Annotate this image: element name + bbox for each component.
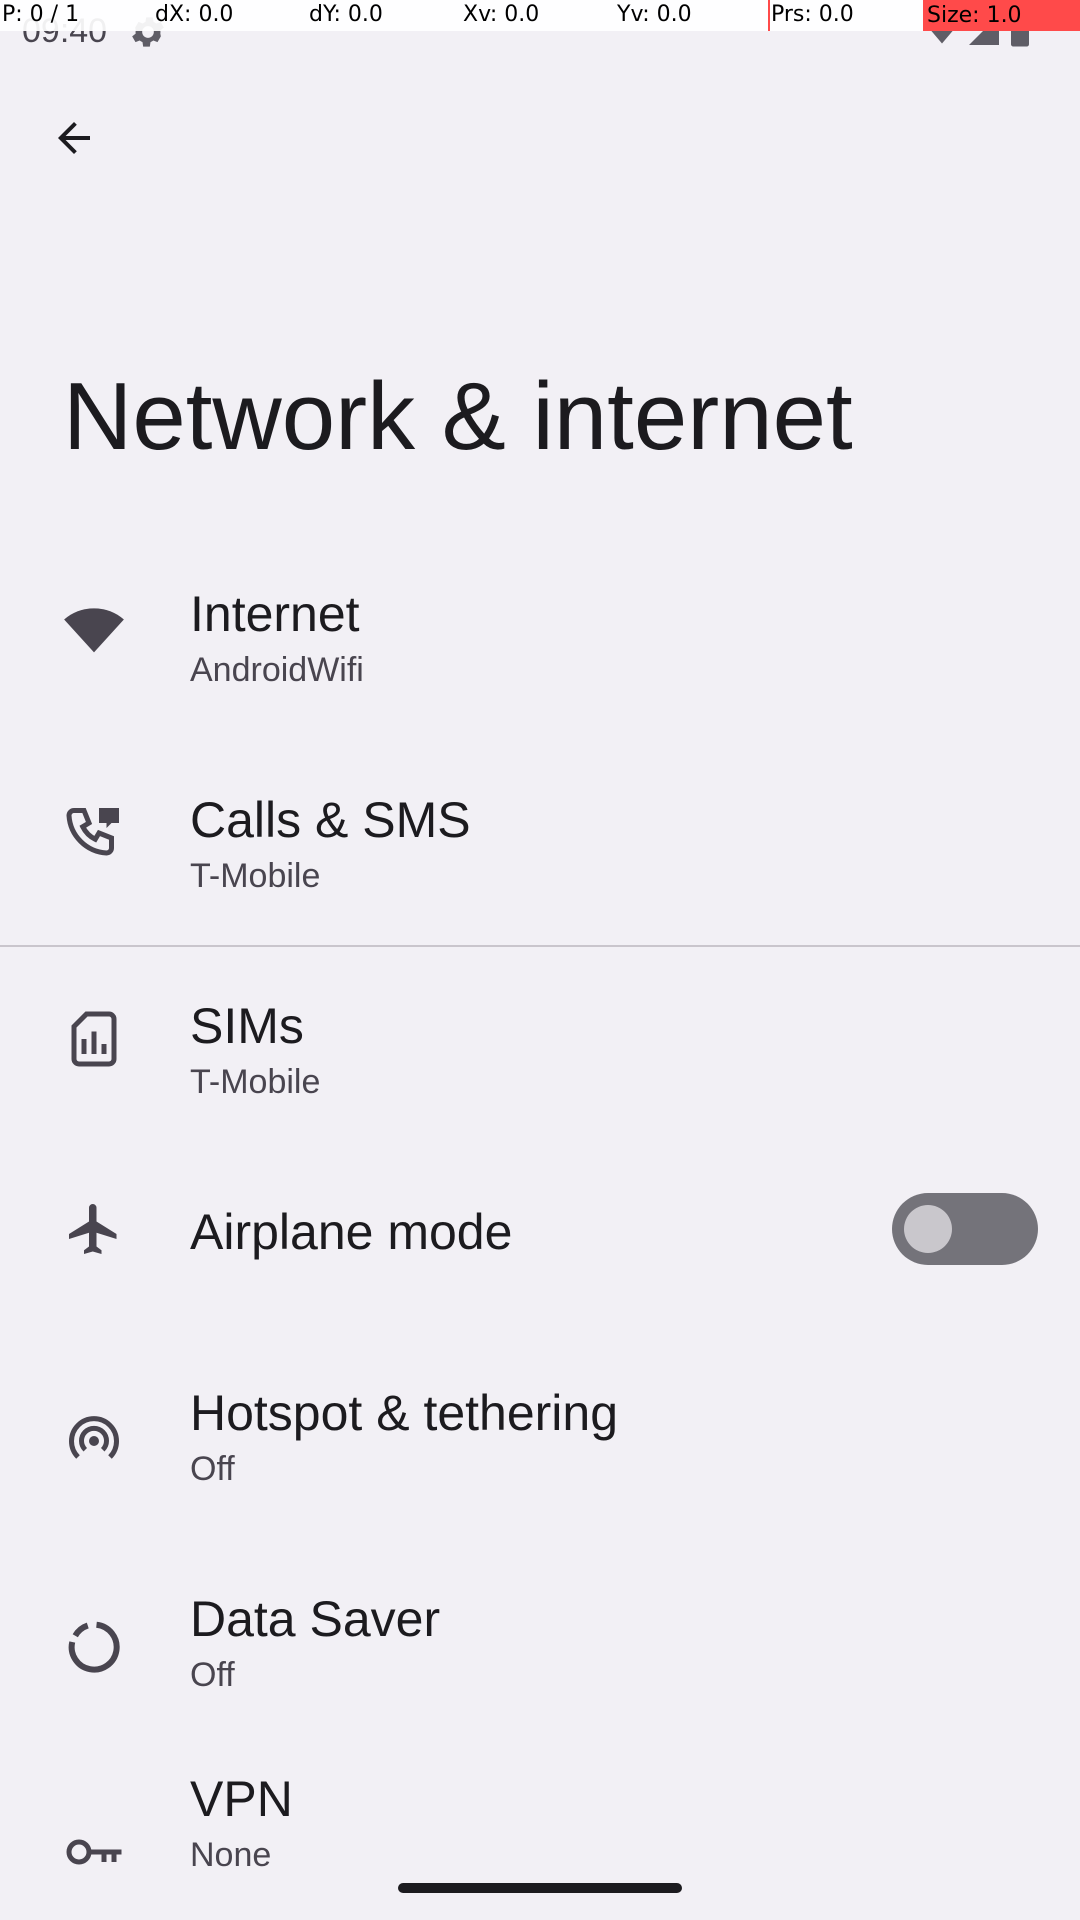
calls-sms-subtitle: T-Mobile: [190, 857, 321, 895]
internet-title: Internet: [190, 586, 360, 642]
debug-divider: [768, 0, 770, 31]
debug-xv: Xv: 0.0: [463, 2, 540, 27]
debug-yv: Yv: 0.0: [617, 2, 692, 27]
list-item-calls-sms[interactable]: Calls & SMS T-Mobile: [0, 741, 1080, 941]
debug-pointer-count: P: 0 / 1: [2, 2, 80, 27]
vpn-key-icon: [62, 1820, 126, 1884]
wifi-icon: [62, 595, 126, 659]
debug-pressure: Prs: 0.0: [771, 2, 854, 27]
hotspot-title: Hotspot & tethering: [190, 1385, 619, 1441]
arrow-back-icon: [58, 122, 90, 154]
hotspot-subtitle: Off: [190, 1450, 235, 1488]
airplane-mode-toggle[interactable]: [892, 1193, 1038, 1265]
list-item-hotspot[interactable]: Hotspot & tethering Off: [0, 1359, 1080, 1559]
data-saver-title: Data Saver: [190, 1591, 441, 1647]
vpn-subtitle: None: [190, 1836, 272, 1874]
hotspot-icon: [62, 1409, 126, 1473]
back-button[interactable]: [44, 108, 104, 168]
internet-subtitle: AndroidWifi: [190, 651, 364, 689]
list-item-sims[interactable]: SIMs T-Mobile: [0, 947, 1080, 1147]
phone-icon: [62, 801, 126, 865]
debug-dx: dX: 0.0: [155, 2, 234, 27]
settings-screen: P: 0 / 1 dX: 0.0 dY: 0.0 Xv: 0.0 Yv: 0.0…: [0, 0, 1080, 1920]
airplane-mode-title: Airplane mode: [190, 1204, 513, 1260]
gesture-nav-handle[interactable]: [398, 1883, 682, 1893]
calls-sms-title: Calls & SMS: [190, 792, 471, 848]
toggle-knob: [904, 1205, 952, 1253]
data-saver-subtitle: Off: [190, 1656, 235, 1694]
debug-dy: dY: 0.0: [309, 2, 383, 27]
list-item-airplane-mode[interactable]: Airplane mode: [0, 1153, 1080, 1353]
debug-size: Size: 1.0: [923, 0, 1080, 31]
vpn-title: VPN: [190, 1771, 293, 1827]
list-item-internet[interactable]: Internet AndroidWifi: [0, 535, 1080, 735]
sims-title: SIMs: [190, 998, 304, 1054]
airplane-icon: [62, 1197, 126, 1261]
page-title: Network & internet: [63, 363, 853, 470]
data-saver-icon: [62, 1615, 126, 1679]
pointer-location-overlay: P: 0 / 1 dX: 0.0 dY: 0.0 Xv: 0.0 Yv: 0.0…: [0, 0, 1080, 31]
sim-card-icon: [62, 1007, 126, 1071]
sims-subtitle: T-Mobile: [190, 1063, 321, 1101]
